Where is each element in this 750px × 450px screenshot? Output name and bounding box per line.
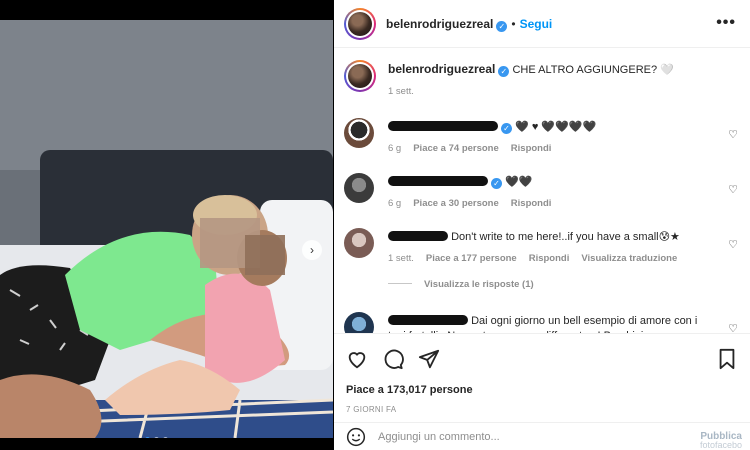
action-icons bbox=[346, 348, 440, 370]
comment-likes-link[interactable]: Piace a 30 persone bbox=[413, 198, 499, 209]
bookmark-icon[interactable] bbox=[716, 348, 738, 370]
avatar[interactable] bbox=[344, 60, 376, 92]
carousel-next-button[interactable]: › bbox=[302, 240, 322, 260]
redacted-username bbox=[388, 176, 488, 186]
post-header: belenrodriguezreal ✓ • Segui ••• bbox=[334, 0, 750, 48]
caption-body: belenrodriguezreal ✓ CHE ALTRO AGGIUNGERE… bbox=[388, 62, 708, 99]
heart-icon[interactable]: ♡ bbox=[728, 238, 738, 251]
carousel-dots bbox=[145, 437, 168, 438]
avatar[interactable] bbox=[344, 173, 374, 203]
chevron-right-icon: › bbox=[310, 243, 314, 257]
list-item: ✓ 🖤 ♥ 🖤🖤🖤🖤 6 g Piace a 74 persone Rispondi… bbox=[344, 118, 744, 158]
view-replies-link[interactable]: Visualizza le risposte (1) bbox=[388, 279, 534, 290]
caption-text: CHE ALTRO AGGIUNGERE? 🤍 bbox=[512, 64, 674, 76]
avatar[interactable] bbox=[344, 228, 374, 258]
avatar[interactable] bbox=[344, 7, 376, 40]
redacted-username bbox=[388, 231, 448, 241]
instagram-post-window: › belenrodriguezreal ✓ • Segui ••• belenrod… bbox=[0, 0, 750, 450]
comment-body: Don't write to me here!..if you have a s… bbox=[388, 230, 708, 266]
comment-text: Don't write to me here!..if you have a s… bbox=[451, 231, 680, 243]
comment-meta: 1 sett. Piace a 177 persone Rispondi Visual… bbox=[388, 253, 678, 264]
watermark-text: fotofacebo bbox=[699, 440, 742, 450]
verified-icon: ✓ bbox=[501, 123, 512, 134]
likes-count[interactable]: Piace a 173,017 persone bbox=[346, 384, 473, 396]
redacted-username bbox=[388, 121, 498, 131]
post-side-panel: belenrodriguezreal ✓ • Segui ••• belenrodri… bbox=[334, 0, 750, 450]
photo-illustration bbox=[0, 20, 333, 438]
caption-row: belenrodriguezreal ✓ CHE ALTRO AGGIUNGERE… bbox=[344, 60, 744, 100]
comment-icon[interactable] bbox=[382, 348, 404, 370]
comment-meta: 6 g Piace a 74 persone Rispondi bbox=[388, 143, 552, 154]
comment-text: 🖤🖤 bbox=[505, 176, 533, 188]
comment-body: ✓ 🖤 ♥ 🖤🖤🖤🖤 6 g Piace a 74 persone Rispondi bbox=[388, 120, 708, 156]
add-comment-bar: Aggiungi un commento... bbox=[334, 422, 750, 450]
comment-likes-link[interactable]: Piace a 177 persone bbox=[426, 253, 517, 264]
follow-button[interactable]: Segui bbox=[520, 17, 553, 31]
post-photo[interactable]: › bbox=[0, 20, 333, 438]
list-item: Dai ogni giorno un bell esempio di amore… bbox=[344, 312, 744, 333]
reply-button[interactable]: Rispondi bbox=[511, 198, 552, 209]
avatar[interactable] bbox=[344, 312, 374, 333]
verified-icon: ✓ bbox=[491, 178, 502, 189]
heart-icon[interactable]: ♡ bbox=[728, 183, 738, 196]
comment-body: Dai ogni giorno un bell esempio di amore… bbox=[388, 314, 718, 333]
caption-age: 1 sett. bbox=[388, 86, 414, 97]
avatar[interactable] bbox=[344, 118, 374, 148]
post-date: 7 GIORNI FA bbox=[346, 405, 397, 414]
comment-input[interactable]: Aggiungi un commento... bbox=[378, 431, 500, 443]
comment-body: ✓ 🖤🖤 6 g Piace a 30 persone Rispondi bbox=[388, 175, 708, 211]
redacted-username bbox=[388, 315, 468, 325]
publish-button[interactable]: Pubblica fotofacebo bbox=[700, 432, 742, 450]
more-icon[interactable]: ••• bbox=[716, 14, 736, 32]
list-item: ✓ 🖤🖤 6 g Piace a 30 persone Rispondi ♡ bbox=[344, 173, 744, 213]
heart-icon[interactable]: ♡ bbox=[728, 322, 738, 333]
emoji-icon[interactable] bbox=[346, 427, 366, 447]
verified-icon: ✓ bbox=[498, 66, 510, 77]
comments-list[interactable]: belenrodriguezreal ✓ CHE ALTRO AGGIUNGERE… bbox=[334, 48, 750, 334]
separator-dot: • bbox=[511, 16, 516, 31]
reply-button[interactable]: Rispondi bbox=[511, 143, 552, 154]
caption-username[interactable]: belenrodriguezreal bbox=[388, 62, 495, 76]
comment-meta: 6 g Piace a 30 persone Rispondi bbox=[388, 198, 552, 209]
translate-link[interactable]: Visualizza traduzione bbox=[581, 253, 677, 264]
reply-button[interactable]: Rispondi bbox=[529, 253, 570, 264]
comment-likes-link[interactable]: Piace a 74 persone bbox=[413, 143, 499, 154]
heart-icon[interactable] bbox=[346, 348, 368, 370]
header-username-row: belenrodriguezreal ✓ • Segui bbox=[386, 15, 552, 33]
heart-icon[interactable]: ♡ bbox=[728, 128, 738, 141]
verified-icon: ✓ bbox=[496, 20, 508, 32]
username-link[interactable]: belenrodriguezreal bbox=[386, 17, 493, 31]
share-icon[interactable] bbox=[418, 348, 440, 370]
comment-text: 🖤 ♥ 🖤🖤🖤🖤 bbox=[515, 121, 597, 133]
